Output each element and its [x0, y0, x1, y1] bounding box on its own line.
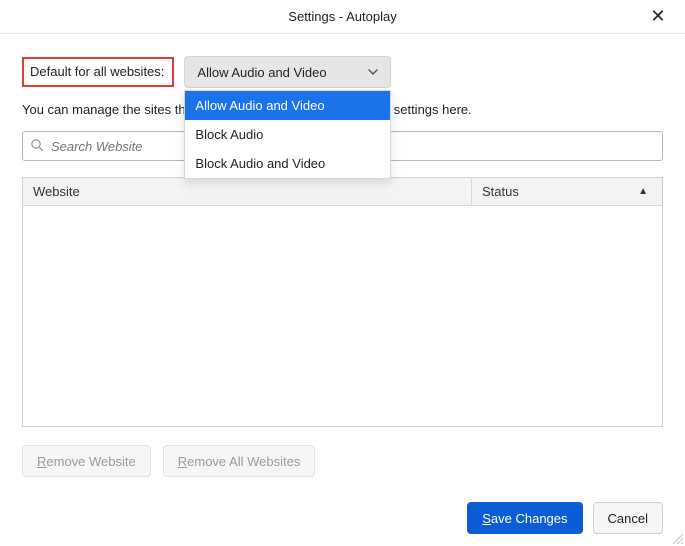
default-autoplay-select[interactable]: Allow Audio and Video Allow Audio and Vi… — [184, 56, 391, 88]
column-header-status[interactable]: Status ▲ — [472, 178, 662, 205]
default-autoplay-dropdown: Allow Audio and Video Block Audio Block … — [184, 90, 391, 179]
column-header-website[interactable]: Website — [23, 178, 472, 205]
title-bar: Settings - Autoplay ✕ — [0, 0, 685, 34]
close-button[interactable]: ✕ — [641, 0, 675, 34]
combo-selected: Allow Audio and Video — [197, 65, 326, 80]
window-title: Settings - Autoplay — [288, 9, 396, 24]
option-block-audio[interactable]: Block Audio — [185, 120, 390, 149]
remove-all-websites-button: Remove All Websites — [163, 445, 316, 477]
option-allow-audio-video[interactable]: Allow Audio and Video — [185, 91, 390, 120]
cancel-button[interactable]: Cancel — [593, 502, 663, 534]
search-icon — [30, 138, 44, 155]
sort-caret-up-icon: ▲ — [638, 186, 648, 197]
default-label: Default for all websites: — [22, 57, 174, 87]
chevron-down-icon — [368, 67, 378, 77]
option-block-audio-video[interactable]: Block Audio and Video — [185, 149, 390, 178]
websites-table: Website Status ▲ — [22, 177, 663, 427]
save-changes-button[interactable]: Save Changes — [467, 502, 582, 534]
table-body-empty — [23, 206, 662, 426]
remove-website-button: Remove Website — [22, 445, 151, 477]
resize-grip-icon[interactable] — [671, 532, 683, 544]
